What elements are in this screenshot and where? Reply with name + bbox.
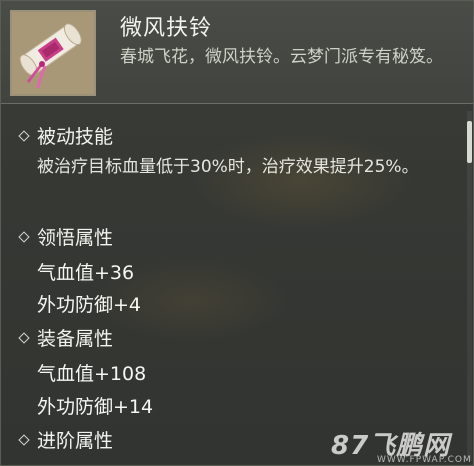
tooltip-header: 微风扶铃 春城飞花，微风扶铃。云梦门派专有秘笈。 xyxy=(1,1,473,104)
diamond-bullet-icon xyxy=(18,230,30,243)
scroll-icon xyxy=(10,10,96,96)
watermark-url: WWW.FPWAP.COM xyxy=(377,455,472,465)
equipment-stat: 气血值+108 xyxy=(37,363,147,385)
section-passive-label: 被动技能 xyxy=(37,126,114,148)
skill-tooltip: 微风扶铃 春城飞花，微风扶铃。云梦门派专有秘笈。 被动技能 被治疗目标血量低于3… xyxy=(0,0,474,466)
diamond-bullet-icon xyxy=(18,331,30,344)
scrollbar[interactable] xyxy=(467,111,472,461)
section-comprehension-label: 领悟属性 xyxy=(37,227,114,249)
passive-effect-text: 被治疗目标血量低于30%时，治疗效果提升25%。 xyxy=(37,157,419,177)
section-comprehension-title: 领悟属性 xyxy=(18,223,113,250)
site-watermark: 87飞鹏网 WWW.FPWAP.COM xyxy=(325,425,473,465)
equipment-stat: 外功防御+14 xyxy=(37,396,154,418)
comprehension-stat: 外功防御+4 xyxy=(37,294,142,316)
section-advanced-label: 进阶属性 xyxy=(37,430,114,452)
section-passive-title: 被动技能 xyxy=(18,122,113,149)
section-advanced-title: 进阶属性 xyxy=(18,426,113,453)
skill-description: 春城飞花，微风扶铃。云梦门派专有秘笈。 xyxy=(120,47,443,67)
comprehension-stat: 气血值+36 xyxy=(37,262,135,284)
section-equipment-title: 装备属性 xyxy=(18,324,113,351)
diamond-bullet-icon xyxy=(18,433,30,446)
scrollbar-thumb[interactable] xyxy=(467,121,472,163)
diamond-bullet-icon xyxy=(18,129,30,142)
section-equipment-label: 装备属性 xyxy=(37,328,114,350)
skill-name: 微风扶铃 xyxy=(120,16,213,41)
